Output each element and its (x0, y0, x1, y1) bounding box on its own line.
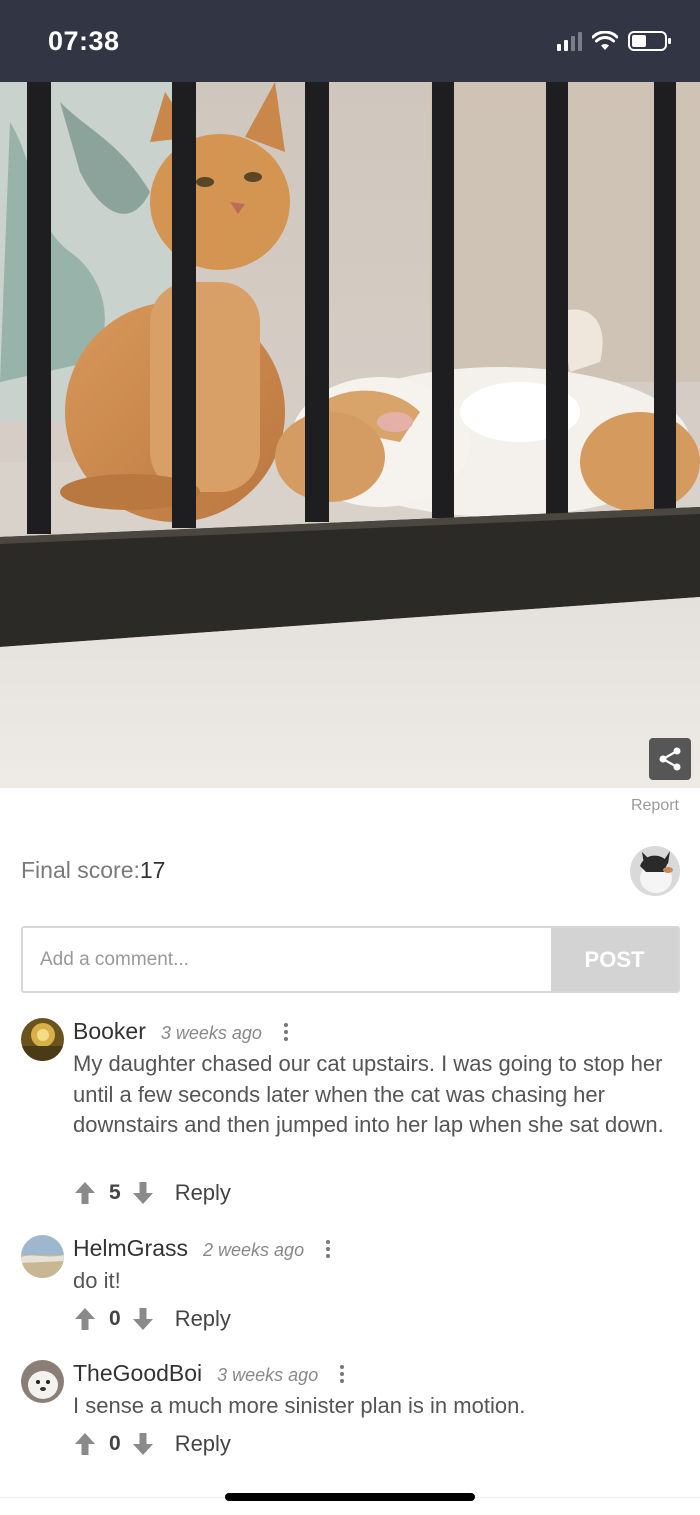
cellular-signal-icon (557, 31, 582, 51)
vote-count: 0 (109, 1432, 121, 1455)
share-button[interactable] (649, 738, 691, 780)
reply-button[interactable]: Reply (175, 1306, 231, 1332)
comment-time: 3 weeks ago (217, 1365, 319, 1385)
final-score-label: Final score: (21, 857, 140, 883)
cats-photo (0, 82, 700, 788)
comment-text: I sense a much more sinister plan is in … (73, 1393, 526, 1418)
report-link[interactable]: Report (631, 797, 679, 815)
comment-input[interactable] (23, 928, 551, 991)
avatar[interactable] (21, 1235, 64, 1278)
upvote-icon[interactable] (73, 1432, 97, 1456)
poster-avatar[interactable] (630, 846, 680, 896)
comment-time: 2 weeks ago (203, 1240, 305, 1260)
comment-actions: 0 Reply (73, 1431, 231, 1457)
comment: TheGoodBoi 3 weeks ago I sense a much mo… (21, 1360, 681, 1460)
comment-author[interactable]: TheGoodBoi (73, 1360, 202, 1387)
downvote-icon[interactable] (131, 1307, 155, 1331)
more-options-icon[interactable] (283, 1022, 288, 1041)
avatar[interactable] (21, 1018, 64, 1061)
comment: Booker 3 weeks ago My daughter chased ou… (21, 1018, 681, 1218)
upvote-icon[interactable] (73, 1307, 97, 1331)
reply-button[interactable]: Reply (175, 1180, 231, 1206)
upvote-icon[interactable] (73, 1181, 97, 1205)
reply-button[interactable]: Reply (175, 1431, 231, 1457)
comment-actions: 0 Reply (73, 1306, 231, 1332)
vote-count: 5 (109, 1181, 121, 1204)
downvote-icon[interactable] (131, 1432, 155, 1456)
home-indicator[interactable] (225, 1493, 475, 1501)
vote-count: 0 (109, 1307, 121, 1330)
battery-icon (628, 31, 671, 51)
status-icons (557, 30, 672, 52)
comment: HelmGrass 2 weeks ago do it! 0 Reply (21, 1235, 681, 1335)
comment-author[interactable]: HelmGrass (73, 1235, 188, 1262)
more-options-icon[interactable] (326, 1239, 331, 1258)
share-icon (659, 747, 681, 771)
status-bar: 07:38 (0, 0, 700, 82)
post-image[interactable] (0, 82, 700, 788)
comment-time: 3 weeks ago (160, 1023, 262, 1043)
avatar[interactable] (21, 1360, 64, 1403)
final-score: Final score:17 (21, 857, 165, 884)
more-options-icon[interactable] (340, 1364, 345, 1383)
post-button[interactable]: POST (551, 928, 678, 991)
wifi-icon (592, 31, 618, 50)
status-time: 07:38 (48, 26, 120, 56)
comment-actions: 5 Reply (73, 1180, 231, 1206)
downvote-icon[interactable] (131, 1181, 155, 1205)
comment-author[interactable]: Booker (73, 1018, 146, 1045)
comment-form: POST (21, 926, 680, 993)
final-score-value: 17 (139, 857, 166, 883)
comment-text: do it! (73, 1268, 121, 1293)
comment-text: My daughter chased our cat upstairs. I w… (73, 1051, 664, 1137)
